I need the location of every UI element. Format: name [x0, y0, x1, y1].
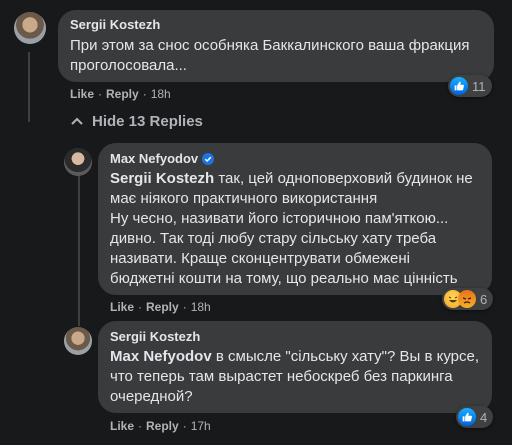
reply-button[interactable]: Reply	[146, 300, 179, 314]
reaction-count: 6	[480, 291, 488, 307]
reply-text-line: Ну чесно, називати його історичною пам'я…	[110, 210, 449, 227]
avatar[interactable]	[14, 12, 46, 44]
avatar[interactable]	[64, 327, 92, 355]
reply-text-fragment: в смысле "сільську хату"? Вы в курсе,	[211, 348, 480, 365]
like-reaction-icon	[450, 77, 468, 95]
reply-text-line: називати. Краще сконцентрувати обмежені	[110, 250, 410, 267]
timestamp[interactable]: 17h	[191, 419, 211, 433]
comment-author[interactable]: Sergii Kostezh	[70, 17, 160, 32]
verified-badge-icon	[202, 152, 215, 165]
like-button[interactable]: Like	[70, 87, 94, 101]
reply-text-line: дивно. Так тоді любу стару сільську хату…	[110, 230, 437, 247]
reply-author[interactable]: Sergii Kostezh	[110, 329, 200, 344]
reply-text-line: Sergii Kostezh так, цей одноповерховий б…	[110, 169, 473, 189]
angry-reaction-icon	[458, 290, 476, 308]
hide-replies-label: Hide 13 Replies	[92, 113, 203, 130]
like-button[interactable]: Like	[110, 300, 134, 314]
reply-actions: Like · Reply · 17h	[110, 419, 211, 433]
reply-author-name: Max Nefyodov	[110, 151, 199, 166]
reply-text-line: має ніякого практичного використання	[110, 190, 378, 207]
reply-bubble: Sergii Kostezh Max Nefyodov в смысле "сі…	[98, 321, 492, 413]
timestamp[interactable]: 18h	[151, 87, 171, 101]
mention-link[interactable]: Max Nefyodov	[110, 348, 212, 365]
comment-actions: Like · Reply · 18h	[70, 87, 171, 101]
reply-button[interactable]: Reply	[146, 419, 179, 433]
comment-bubble: Sergii Kostezh При этом за снос особняка…	[58, 10, 494, 82]
reply-text-line: очередной?	[110, 388, 193, 405]
reaction-badge[interactable]: 6	[442, 288, 494, 310]
like-button[interactable]: Like	[110, 419, 134, 433]
hide-replies-button[interactable]: Hide 13 Replies	[70, 113, 203, 130]
reply-text-line: что теперь там вырастет небоскреб без па…	[110, 368, 453, 385]
reaction-count: 11	[472, 78, 486, 94]
reaction-badge[interactable]: 4	[456, 406, 494, 428]
reply-actions: Like · Reply · 18h	[110, 300, 211, 314]
like-reaction-icon	[458, 408, 476, 426]
chevron-up-icon	[71, 117, 83, 125]
comment-text-line: При этом за снос особняка Баккалинского …	[70, 37, 470, 54]
thread-line	[28, 52, 30, 122]
reaction-count: 4	[480, 409, 488, 425]
thread-line-reply	[78, 176, 80, 326]
mention-link[interactable]: Sergii Kostezh	[110, 170, 214, 187]
reply-bubble: Max Nefyodov Sergii Kostezh так, цей одн…	[98, 143, 492, 295]
comment-text-line: проголосовала...	[70, 57, 187, 74]
reply-text-line: бюджетні кошти на тому, що реально має ц…	[110, 270, 458, 287]
reply-text-line: Max Nefyodov в смысле "сільську хату"? В…	[110, 347, 479, 367]
avatar[interactable]	[64, 148, 92, 176]
timestamp[interactable]: 18h	[191, 300, 211, 314]
reply-text-fragment: так, цей одноповерховий будинок не	[214, 170, 473, 187]
reaction-badge[interactable]: 11	[448, 75, 492, 97]
reply-author[interactable]: Max Nefyodov	[110, 151, 215, 166]
reply-button[interactable]: Reply	[106, 87, 139, 101]
